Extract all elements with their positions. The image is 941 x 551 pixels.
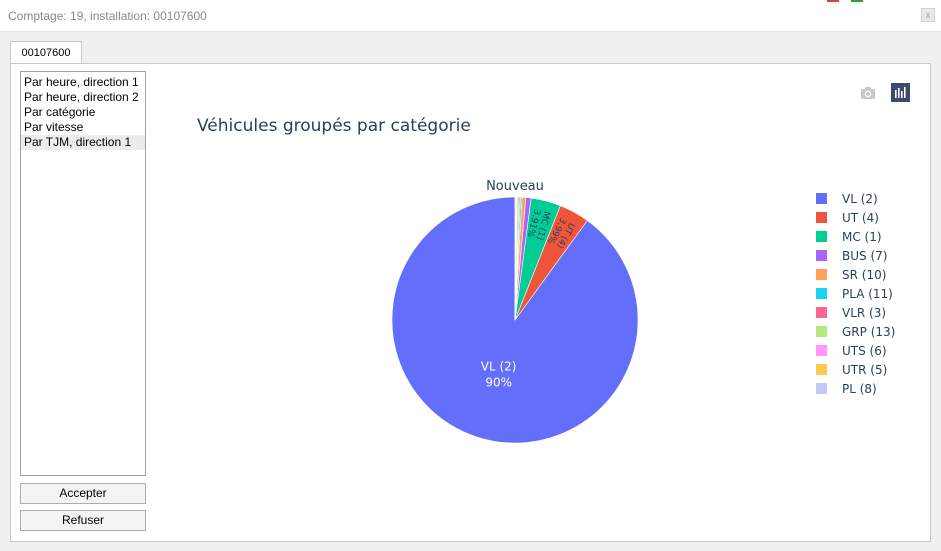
legend-label-9[interactable]: UTR (5) — [842, 363, 887, 377]
slice-text-0-label: VL (2) — [481, 359, 517, 373]
close-button[interactable]: x — [921, 8, 935, 22]
chart-area: Véhicules groupés par catégorie Nouveau V… — [152, 70, 920, 535]
legend-label-8[interactable]: UTS (6) — [842, 344, 887, 358]
slice-text-0-percent_text: 90% — [485, 375, 512, 389]
title-accent-red — [827, 0, 839, 2]
list-item-speed[interactable]: Par vitesse — [21, 120, 145, 135]
legend-label-3[interactable]: BUS (7) — [842, 249, 887, 263]
report-list[interactable]: Par heure, direction 1 Par heure, direct… — [20, 71, 146, 476]
legend-label-6[interactable]: VLR (3) — [842, 306, 886, 320]
legend-label-10[interactable]: PL (8) — [842, 382, 877, 396]
legend-swatch-8[interactable] — [816, 345, 827, 356]
accept-button[interactable]: Accepter — [20, 483, 146, 504]
pie-chart: NouveauVL (2)90%UT (4)3.99%MC (1)3.91%VL… — [391, 179, 895, 444]
legend-swatch-9[interactable] — [816, 364, 827, 375]
legend-swatch-0[interactable] — [816, 193, 827, 204]
legend-label-4[interactable]: SR (10) — [842, 268, 886, 282]
title-accent-green — [851, 0, 863, 2]
window-title: Comptage: 19, installation: 00107600 — [8, 9, 207, 23]
legend-label-7[interactable]: GRP (13) — [842, 325, 895, 339]
pie-label: Nouveau — [486, 179, 544, 194]
legend-label-1[interactable]: UT (4) — [842, 211, 879, 225]
list-item-hour-dir1[interactable]: Par heure, direction 1 — [21, 75, 145, 90]
window-titlebar: Comptage: 19, installation: 00107600 x — [0, 0, 941, 32]
legend-swatch-4[interactable] — [816, 269, 827, 280]
legend-swatch-1[interactable] — [816, 212, 827, 223]
legend-swatch-5[interactable] — [816, 288, 827, 299]
legend-label-0[interactable]: VL (2) — [842, 192, 878, 206]
tab-installation[interactable]: 00107600 — [10, 41, 82, 64]
legend-swatch-10[interactable] — [816, 383, 827, 394]
legend-swatch-6[interactable] — [816, 307, 827, 318]
list-item-category[interactable]: Par catégorie — [21, 105, 145, 120]
tab-panel: Par heure, direction 1 Par heure, direct… — [10, 63, 931, 542]
legend-label-5[interactable]: PLA (11) — [842, 287, 893, 301]
legend-swatch-3[interactable] — [816, 250, 827, 261]
list-item-hour-dir2[interactable]: Par heure, direction 2 — [21, 90, 145, 105]
legend-swatch-7[interactable] — [816, 326, 827, 337]
list-item-tjm-dir1[interactable]: Par TJM, direction 1 — [21, 135, 145, 150]
legend-label-2[interactable]: MC (1) — [842, 230, 882, 244]
refuse-button[interactable]: Refuser — [20, 510, 146, 531]
legend-swatch-2[interactable] — [816, 231, 827, 242]
